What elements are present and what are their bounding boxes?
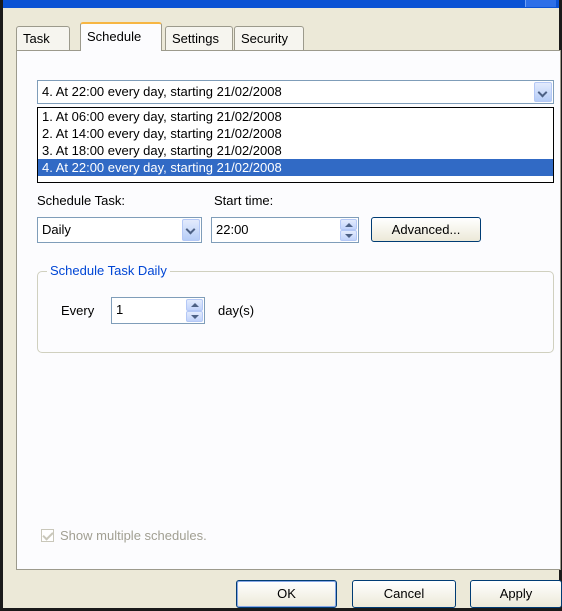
- schedule-dropdown-list[interactable]: 1. At 06:00 every day, starting 21/02/20…: [37, 107, 554, 183]
- schedule-task-label: Schedule Task:: [37, 193, 125, 208]
- every-label: Every: [61, 303, 95, 318]
- spin-up-icon[interactable]: [186, 299, 203, 311]
- group-title: Schedule Task Daily: [47, 263, 170, 278]
- show-multiple-label: Show multiple schedules.: [60, 528, 207, 543]
- start-time-label: Start time:: [214, 193, 274, 208]
- schedule-combo-value: 4. At 22:00 every day, starting 21/02/20…: [42, 84, 282, 99]
- title-bar: [0, 0, 562, 8]
- tab-security[interactable]: Security: [234, 26, 304, 50]
- schedule-list-combo[interactable]: 4. At 22:00 every day, starting 21/02/20…: [37, 80, 554, 104]
- scheduled-task-dialog: Task Schedule Settings Security 4. At 22…: [0, 0, 562, 611]
- schedule-task-select[interactable]: Daily: [37, 217, 202, 243]
- list-item-selected[interactable]: 4. At 22:00 every day, starting 21/02/20…: [38, 159, 553, 176]
- tab-schedule[interactable]: Schedule: [80, 22, 162, 51]
- spin-up-icon[interactable]: [340, 219, 357, 230]
- every-days-field[interactable]: 1: [111, 297, 205, 324]
- window-border-left: [0, 0, 3, 611]
- chevron-down-icon[interactable]: [182, 219, 200, 241]
- tab-task[interactable]: Task: [16, 26, 70, 50]
- start-time-field[interactable]: 22:00: [211, 217, 359, 243]
- schedule-task-value: Daily: [42, 222, 71, 237]
- list-item[interactable]: 1. At 06:00 every day, starting 21/02/20…: [38, 108, 553, 125]
- every-days-value: 1: [116, 302, 124, 317]
- chevron-down-icon[interactable]: [534, 82, 552, 102]
- apply-button[interactable]: Apply: [470, 580, 562, 608]
- days-unit-label: day(s): [218, 303, 255, 318]
- list-item[interactable]: 3. At 18:00 every day, starting 21/02/20…: [38, 142, 553, 159]
- show-multiple-checkbox: [41, 529, 54, 542]
- spin-down-icon[interactable]: [186, 310, 203, 322]
- ok-button[interactable]: OK: [236, 580, 337, 608]
- cancel-button[interactable]: Cancel: [352, 580, 456, 608]
- tab-settings[interactable]: Settings: [165, 26, 233, 50]
- caption-button[interactable]: [525, 0, 556, 7]
- advanced-button[interactable]: Advanced...: [371, 217, 481, 242]
- spin-down-icon[interactable]: [340, 230, 357, 241]
- start-time-value: 22:00: [216, 222, 249, 237]
- list-item[interactable]: 2. At 14:00 every day, starting 21/02/20…: [38, 125, 553, 142]
